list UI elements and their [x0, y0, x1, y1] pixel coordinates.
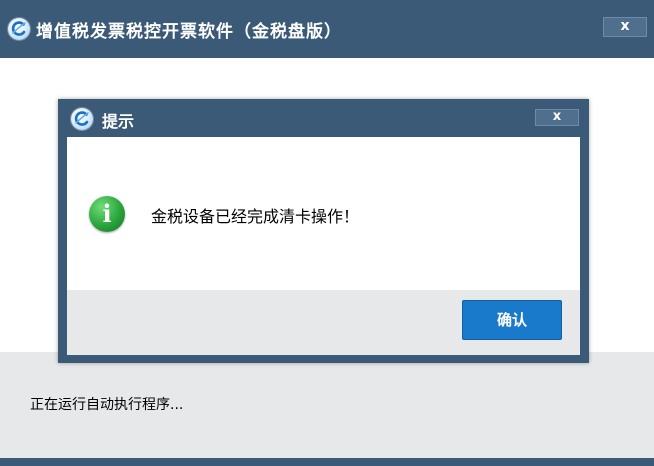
alert-dialog: 提示 x i 金税设备已经完成清卡操作！ 确认	[58, 99, 589, 363]
dialog-footer: 确认	[67, 290, 580, 355]
confirm-button[interactable]: 确认	[462, 300, 562, 340]
dialog-title: 提示	[102, 112, 135, 131]
dialog-titlebar[interactable]: 提示 x	[58, 99, 589, 137]
close-icon[interactable]: x	[535, 109, 579, 126]
window-title: 增值税发票税控开票软件（金税盘版）	[36, 22, 342, 42]
window-bottom-border	[0, 458, 654, 466]
close-icon[interactable]: x	[603, 17, 647, 37]
dialog-message: 金税设备已经完成清卡操作！	[151, 207, 360, 226]
app-logo-icon	[71, 108, 93, 130]
main-titlebar[interactable]: 增值税发票税控开票软件（金税盘版） x	[0, 0, 654, 58]
dialog-content: i 金税设备已经完成清卡操作！	[67, 137, 580, 290]
status-text: 正在运行自动执行程序...	[30, 397, 184, 413]
app-logo-icon	[8, 18, 30, 40]
info-icon: i	[89, 196, 125, 232]
